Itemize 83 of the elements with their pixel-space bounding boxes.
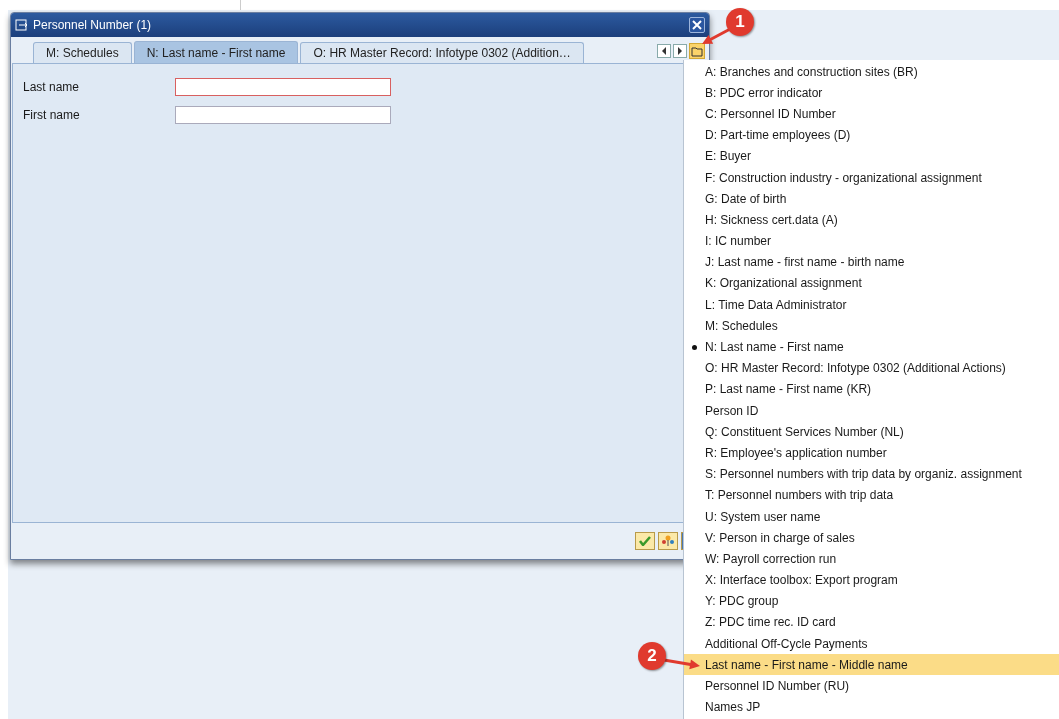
right-triangle-icon: [677, 47, 683, 55]
pointer-arrow: [663, 658, 700, 670]
menu-item[interactable]: S: Personnel numbers with trip data by organiz. assignment: [684, 463, 1059, 485]
scroll-left-button[interactable]: [657, 44, 671, 58]
menu-item-label: G: Date of birth: [705, 191, 787, 206]
menu-item[interactable]: B: PDC error indicator: [684, 82, 1059, 104]
menu-item[interactable]: Z: PDC time rec. ID card: [684, 611, 1059, 634]
menu-item-label: Last name - First name - Middle name: [705, 657, 908, 672]
menu-item[interactable]: F: Construction industry - organizational assignment: [684, 166, 1059, 189]
tab[interactable]: N: Last name - First name: [133, 41, 299, 63]
menu-item[interactable]: D: Part-time employees (D): [684, 124, 1059, 146]
field-label: Last name: [23, 80, 81, 94]
menu-item[interactable]: H: Sickness cert.data (A): [684, 209, 1059, 231]
menu-item-label: K: Organizational assignment: [705, 276, 862, 291]
menu-item-label: Z: PDC time rec. ID card: [705, 615, 836, 630]
menu-item-label: Additional Off-Cycle Payments: [705, 636, 868, 651]
menu-item-label: W: Payroll correction run: [705, 551, 837, 566]
menu-item[interactable]: Q: Constituent Services Number (NL): [684, 421, 1059, 443]
menu-item[interactable]: Person ID: [684, 400, 1059, 422]
menu-item-label: I: IC number: [705, 234, 772, 249]
field-label: First name: [23, 108, 81, 122]
input-field[interactable]: [175, 106, 391, 124]
menu-item-label: Q: Constituent Services Number (NL): [705, 424, 904, 439]
window-icon: [15, 19, 29, 31]
menu-item-label: H: Sickness cert.data (A): [705, 212, 838, 227]
menu-item-label: Y: PDC group: [705, 594, 779, 609]
tab[interactable]: O: HR Master Record: Infotype 0302 (Addition…: [300, 42, 584, 63]
menu-item-label: C: Personnel ID Number: [705, 106, 836, 121]
menu-item-label: N: Last name - First name: [705, 340, 844, 355]
close-button[interactable]: [689, 17, 705, 33]
menu-item-label: E: Buyer: [705, 149, 752, 164]
menu-item[interactable]: O: HR Master Record: Infotype 0302 (Additional Actions): [684, 357, 1059, 379]
menu-item-label: M: Schedules: [705, 318, 778, 333]
menu-item-label: S: Personnel numbers with trip data by organiz. assignment: [705, 467, 1022, 482]
close-icon: [692, 20, 702, 30]
menu-item[interactable]: W: Payroll correction run: [684, 548, 1059, 570]
menu-item[interactable]: J: Last name - first name - birth name: [684, 251, 1059, 273]
menu-item[interactable]: E: Buyer: [684, 145, 1059, 167]
menu-item-label: J: Last name - first name - birth name: [705, 255, 905, 270]
menu-item-label: F: Construction industry - organizational assignment: [705, 170, 982, 185]
menu-item[interactable]: Last name - First name - Middle name: [684, 654, 1059, 676]
options-button[interactable]: [658, 532, 678, 550]
menu-item-label: Names JP: [705, 700, 761, 715]
menu-item[interactable]: K: Organizational assignment: [684, 272, 1059, 295]
menu-item-label: Person ID: [705, 403, 759, 418]
menu-item-label: D: Part-time employees (D): [705, 128, 851, 143]
menu-item-label: A: Branches and construction sites (BR): [705, 64, 918, 79]
menu-item[interactable]: M: Schedules: [684, 315, 1059, 337]
hierarchy-icon: [661, 535, 675, 547]
menu-item[interactable]: L: Time Data Administrator: [684, 294, 1059, 316]
menu-item-label: O: HR Master Record: Infotype 0302 (Additional Actions): [705, 361, 1006, 376]
menu-item-label: L: Time Data Administrator: [705, 297, 847, 312]
folder-icon: [691, 45, 703, 57]
menu-item-label: U: System user name: [705, 509, 821, 524]
menu-item[interactable]: V: Person in charge of sales: [684, 527, 1059, 549]
menu-item[interactable]: T: Personnel numbers with trip data: [684, 484, 1059, 506]
menu-item[interactable]: X: Interface toolbox: Export program: [684, 569, 1059, 591]
confirm-button[interactable]: [635, 532, 655, 550]
menu-item-label: P: Last name - First name (KR): [705, 382, 872, 397]
menu-item[interactable]: Names JP: [684, 696, 1059, 718]
menu-item[interactable]: G: Date of birth: [684, 188, 1059, 210]
menu-item-label: Personnel ID Number (RU): [705, 679, 850, 694]
menu-item[interactable]: Y: PDC group: [684, 590, 1059, 612]
menu-item[interactable]: Personnel ID Number (RU): [684, 675, 1059, 697]
menu-item-label: T: Personnel numbers with trip data: [705, 488, 894, 503]
menu-item[interactable]: U: System user name: [684, 505, 1059, 528]
input-field[interactable]: [175, 78, 391, 96]
menu-item[interactable]: N: Last name - First name: [684, 336, 1059, 358]
menu-item-label: R: Employee's application number: [705, 445, 887, 460]
menu-item[interactable]: Additional Off-Cycle Payments: [684, 633, 1059, 655]
checkmark-icon: [639, 536, 651, 546]
menu-item[interactable]: A: Branches and construction sites (BR): [684, 61, 1059, 83]
menu-item-label: B: PDC error indicator: [705, 85, 823, 100]
left-triangle-icon: [661, 47, 667, 55]
menu-item-label: V: Person in charge of sales: [705, 530, 855, 545]
window-title: Personnel Number (1): [33, 18, 153, 32]
menu-item[interactable]: I: IC number: [684, 230, 1059, 252]
menu-item-label: X: Interface toolbox: Export program: [705, 573, 898, 588]
menu-item[interactable]: C: Personnel ID Number: [684, 103, 1059, 125]
tab[interactable]: M: Schedules: [33, 42, 132, 63]
menu-item[interactable]: P: Last name - First name (KR): [684, 378, 1059, 400]
scroll-right-button[interactable]: [673, 44, 687, 58]
menu-item[interactable]: R: Employee's application number: [684, 442, 1059, 464]
